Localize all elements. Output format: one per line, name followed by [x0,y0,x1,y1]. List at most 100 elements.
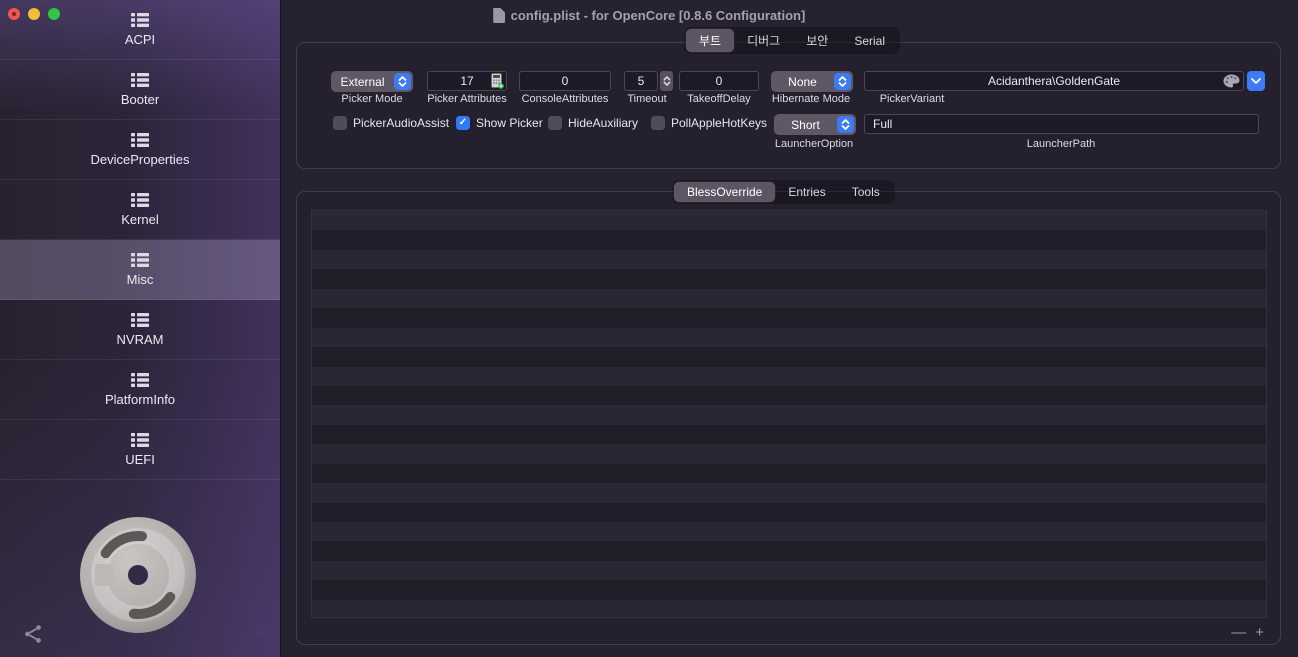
list-icon [131,13,149,27]
table-row[interactable] [312,328,1266,347]
add-row-button[interactable]: + [1255,625,1264,640]
tab-debug[interactable]: 디버그 [734,29,793,52]
table-row[interactable] [312,580,1266,599]
zoom-button[interactable] [48,8,60,20]
variant-dropdown-button[interactable] [1247,71,1265,91]
boot-section-tabs: 부트 디버그 보안 Serial [684,27,900,54]
list-icon [131,193,149,207]
sidebar-item-nvram[interactable]: NVRAM [0,300,280,360]
tab-security[interactable]: 보안 [793,29,841,52]
table-row[interactable] [312,386,1266,405]
updown-chevron-icon [663,76,671,86]
launcher-option-label: LauncherOption [744,138,884,150]
palette-icon[interactable] [1223,74,1240,91]
console-attributes-value: 0 [562,74,569,88]
sidebar-item-label: PlatformInfo [105,392,175,407]
sidebar-item-kernel[interactable]: Kernel [0,180,280,240]
table-row[interactable] [312,367,1266,386]
tab-boot[interactable]: 부트 [686,29,734,52]
list-icon [131,133,149,147]
console-attributes-field[interactable]: 0 [519,71,611,91]
tab-serial[interactable]: Serial [841,31,898,51]
table-row[interactable] [312,269,1266,288]
table-row[interactable] [312,250,1266,269]
table-row[interactable] [312,230,1266,249]
close-button[interactable] [8,8,20,20]
picker-variant-value: Acidanthera\GoldenGate [988,74,1120,88]
table-row[interactable] [312,289,1266,308]
sidebar-item-misc[interactable]: Misc [0,240,280,300]
picker-mode-value: External [331,75,394,89]
table-row[interactable] [312,444,1266,463]
minimize-button[interactable] [28,8,40,20]
table-row[interactable] [312,405,1266,424]
sidebar-item-uefi[interactable]: UEFI [0,420,280,480]
list-icon [131,373,149,387]
list-icon [131,73,149,87]
sidebar-item-label: NVRAM [117,332,164,347]
sidebar-item-booter[interactable]: Booter [0,60,280,120]
hibernate-mode-value: None [771,75,834,89]
share-icon[interactable] [22,623,44,650]
launcher-option-value: Short [774,118,837,132]
boot-settings-panel: External Picker Mode 17 Picker Attribute… [296,42,1281,169]
launcher-option-select[interactable]: Short [774,114,856,135]
window-controls [8,8,60,20]
table-row[interactable] [312,600,1266,618]
table-row[interactable] [312,522,1266,541]
hideauxiliary-checkbox[interactable] [548,116,562,130]
launcher-path-label: LauncherPath [1001,138,1121,150]
tab-entries[interactable]: Entries [775,182,838,202]
list-icon [131,253,149,267]
checkbox-label: PickerAudioAssist [353,116,449,130]
calculator-icon[interactable] [491,73,504,92]
sidebar-item-label: ACPI [125,32,155,47]
checkbox-item: Show Picker [456,116,543,130]
table-row[interactable] [312,483,1266,502]
checkbox-label: HideAuxiliary [568,116,638,130]
table-row[interactable] [312,347,1266,366]
checkbox-item: PickerAudioAssist [333,116,449,130]
pickeraudioassist-checkbox[interactable] [333,116,347,130]
tab-tools[interactable]: Tools [839,182,893,202]
sidebar-item-platforminfo[interactable]: PlatformInfo [0,360,280,420]
checkbox-item: PollAppleHotKeys [651,116,767,130]
picker-variant-field[interactable]: Acidanthera\GoldenGate [864,71,1244,91]
table-row[interactable] [312,425,1266,444]
document-icon [493,8,505,23]
table-row[interactable] [312,308,1266,327]
timeout-stepper[interactable] [660,71,673,91]
sidebar-item-label: UEFI [125,452,155,467]
hibernate-mode-select[interactable]: None [771,71,853,92]
sidebar-item-deviceproperties[interactable]: DeviceProperties [0,120,280,180]
paypal-badge: Pay Pal [253,620,267,638]
launcher-path-field[interactable]: Full [864,114,1259,134]
timeout-field[interactable]: 5 [624,71,658,91]
picker-mode-label: Picker Mode [312,93,432,105]
list-icon [131,313,149,327]
show-picker-checkbox[interactable] [456,116,470,130]
pollapplehotkeys-checkbox[interactable] [651,116,665,130]
picker-attributes-value: 17 [460,74,473,88]
table-row[interactable] [312,541,1266,560]
checkbox-label: Show Picker [476,116,543,130]
updown-chevron-icon [837,116,854,133]
timeout-value: 5 [638,74,645,88]
sidebar-item-label: Misc [127,272,154,287]
table-row[interactable] [312,464,1266,483]
updown-chevron-icon [394,73,411,90]
sidebar-item-label: Booter [121,92,159,107]
table-row[interactable] [312,503,1266,522]
table-controls: — + [1231,625,1264,640]
list-icon [131,433,149,447]
blessoverride-panel: — + [296,191,1281,645]
tab-blessoverride[interactable]: BlessOverride [674,182,775,202]
takeoff-delay-field[interactable]: 0 [679,71,759,91]
remove-row-button[interactable]: — [1231,625,1246,640]
sidebar-item-label: Kernel [121,212,159,227]
picker-mode-select[interactable]: External [331,71,413,92]
table-row[interactable] [312,211,1266,230]
picker-attributes-field[interactable]: 17 [427,71,507,91]
table-row[interactable] [312,561,1266,580]
sidebar-item-label: DeviceProperties [91,152,190,167]
